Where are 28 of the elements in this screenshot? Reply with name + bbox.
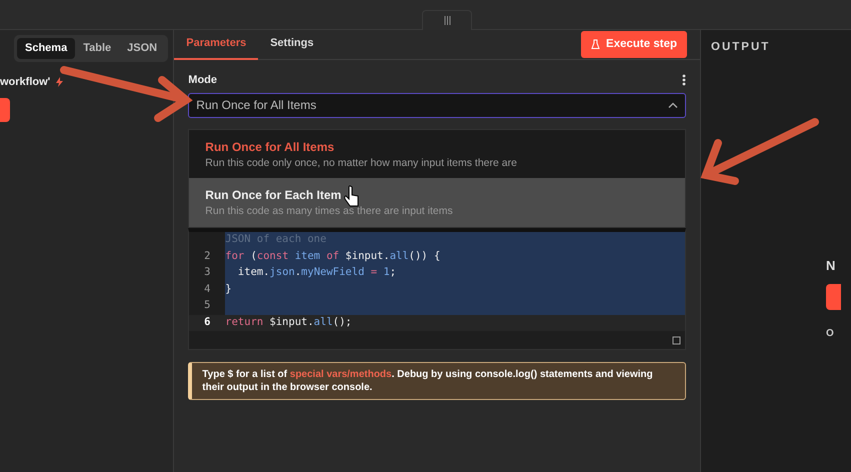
drag-handle-icon[interactable] xyxy=(444,16,450,25)
hand-cursor-icon xyxy=(344,186,358,206)
line-number: 2 xyxy=(203,248,212,264)
hint-text: Type $ for a list of special vars/methods. Debug by using console.log() statements and viewing their output in the browser console. xyxy=(188,362,686,400)
output-heading: N xyxy=(826,257,836,276)
node-title: workflow' xyxy=(0,74,50,90)
view-tab[interactable]: Table xyxy=(75,38,120,58)
line-number: 3 xyxy=(203,265,212,280)
more-options-icon[interactable] xyxy=(682,74,686,86)
lightning-icon xyxy=(56,76,64,87)
line-number: 6 xyxy=(189,314,226,331)
node-button[interactable] xyxy=(0,98,10,122)
dropdown-option[interactable]: Run Once for Each Item Run this code as many times as there are input items xyxy=(189,178,685,227)
output-note: O xyxy=(826,326,835,341)
line-number: 4 xyxy=(203,282,212,297)
mode-select[interactable]: Run Once for All Items xyxy=(188,92,686,118)
view-tab[interactable]: JSON xyxy=(119,38,166,58)
panel-title: OUTPUT xyxy=(711,40,772,55)
view-tab[interactable]: Schema xyxy=(17,38,76,58)
panel-tab[interactable]: Settings xyxy=(258,30,326,60)
line-number: 5 xyxy=(203,298,212,314)
dropdown-option[interactable]: Run Once for All Items Run this code only once, no matter how many input items there are xyxy=(189,130,685,178)
chevron-up-icon xyxy=(668,102,678,108)
flask-icon xyxy=(591,39,600,50)
resize-icon[interactable] xyxy=(672,336,681,345)
panel-tab[interactable]: Parameters xyxy=(174,30,258,60)
output-button[interactable] xyxy=(826,284,841,310)
field-label: Mode xyxy=(188,73,218,88)
